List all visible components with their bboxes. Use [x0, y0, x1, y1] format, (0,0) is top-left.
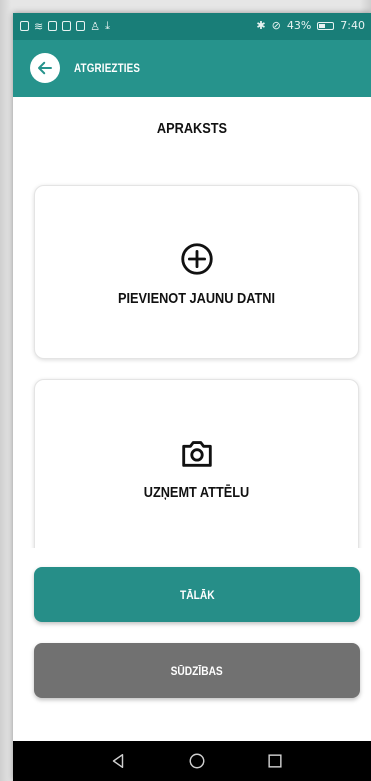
notification-icons: ≋ ♙ ⤓	[20, 19, 110, 33]
nfc-icon	[48, 21, 58, 31]
battery-icon	[317, 21, 335, 30]
camera-icon	[181, 441, 212, 467]
wifi-icon: ≋	[34, 19, 44, 33]
system-status: ✱ ⊘ 43% 7:40	[256, 19, 365, 32]
nav-back-icon[interactable]	[109, 752, 127, 770]
download-icon: ⤓	[105, 19, 110, 32]
take-photo-label: UZŅEMT ATTĒLU	[143, 484, 250, 501]
nav-recents-icon[interactable]	[266, 752, 284, 770]
gallery-icon	[76, 21, 86, 31]
mute-icon: ⊘	[271, 19, 281, 32]
back-button[interactable]	[30, 53, 60, 83]
system-navigation-bar	[13, 741, 371, 781]
bluetooth-icon: ✱	[256, 19, 266, 32]
nav-home-icon[interactable]	[188, 752, 206, 770]
add-circle-icon	[180, 243, 213, 275]
next-button[interactable]: TĀLĀK	[34, 567, 360, 622]
phone-screen: ≋ ♙ ⤓ ✱ ⊘ 43% 7:40 ATGRIEZTIES APRAKSTS …	[13, 13, 371, 781]
page-title: APRAKSTS	[156, 120, 228, 137]
next-button-label: TĀLĀK	[179, 587, 215, 602]
complaints-button-label: SŪDZĪBAS	[170, 663, 224, 678]
add-file-card[interactable]: PIEVIENOT JAUNU DATNI	[34, 185, 359, 359]
add-file-label: PIEVIENOT JAUNU DATNI	[117, 290, 276, 307]
app-bar: ATGRIEZTIES	[13, 40, 371, 97]
battery-percent: 43%	[286, 19, 312, 32]
complaints-button[interactable]: SŪDZĪBAS	[34, 643, 360, 698]
attachment-options[interactable]: PIEVIENOT JAUNU DATNI UZŅEMT ATTĒLU	[13, 173, 371, 548]
back-label[interactable]: ATGRIEZTIES	[74, 61, 140, 75]
arrow-left-icon	[38, 61, 52, 75]
person-icon: ♙	[90, 19, 101, 33]
mail-icon	[62, 21, 72, 31]
status-bar: ≋ ♙ ⤓ ✱ ⊘ 43% 7:40	[13, 13, 371, 40]
file-notification-icon	[20, 21, 29, 31]
take-photo-card[interactable]: UZŅEMT ATTĒLU	[34, 379, 359, 548]
clock-time: 7:40	[340, 19, 365, 32]
device-frame: ≋ ♙ ⤓ ✱ ⊘ 43% 7:40 ATGRIEZTIES APRAKSTS …	[0, 0, 371, 781]
